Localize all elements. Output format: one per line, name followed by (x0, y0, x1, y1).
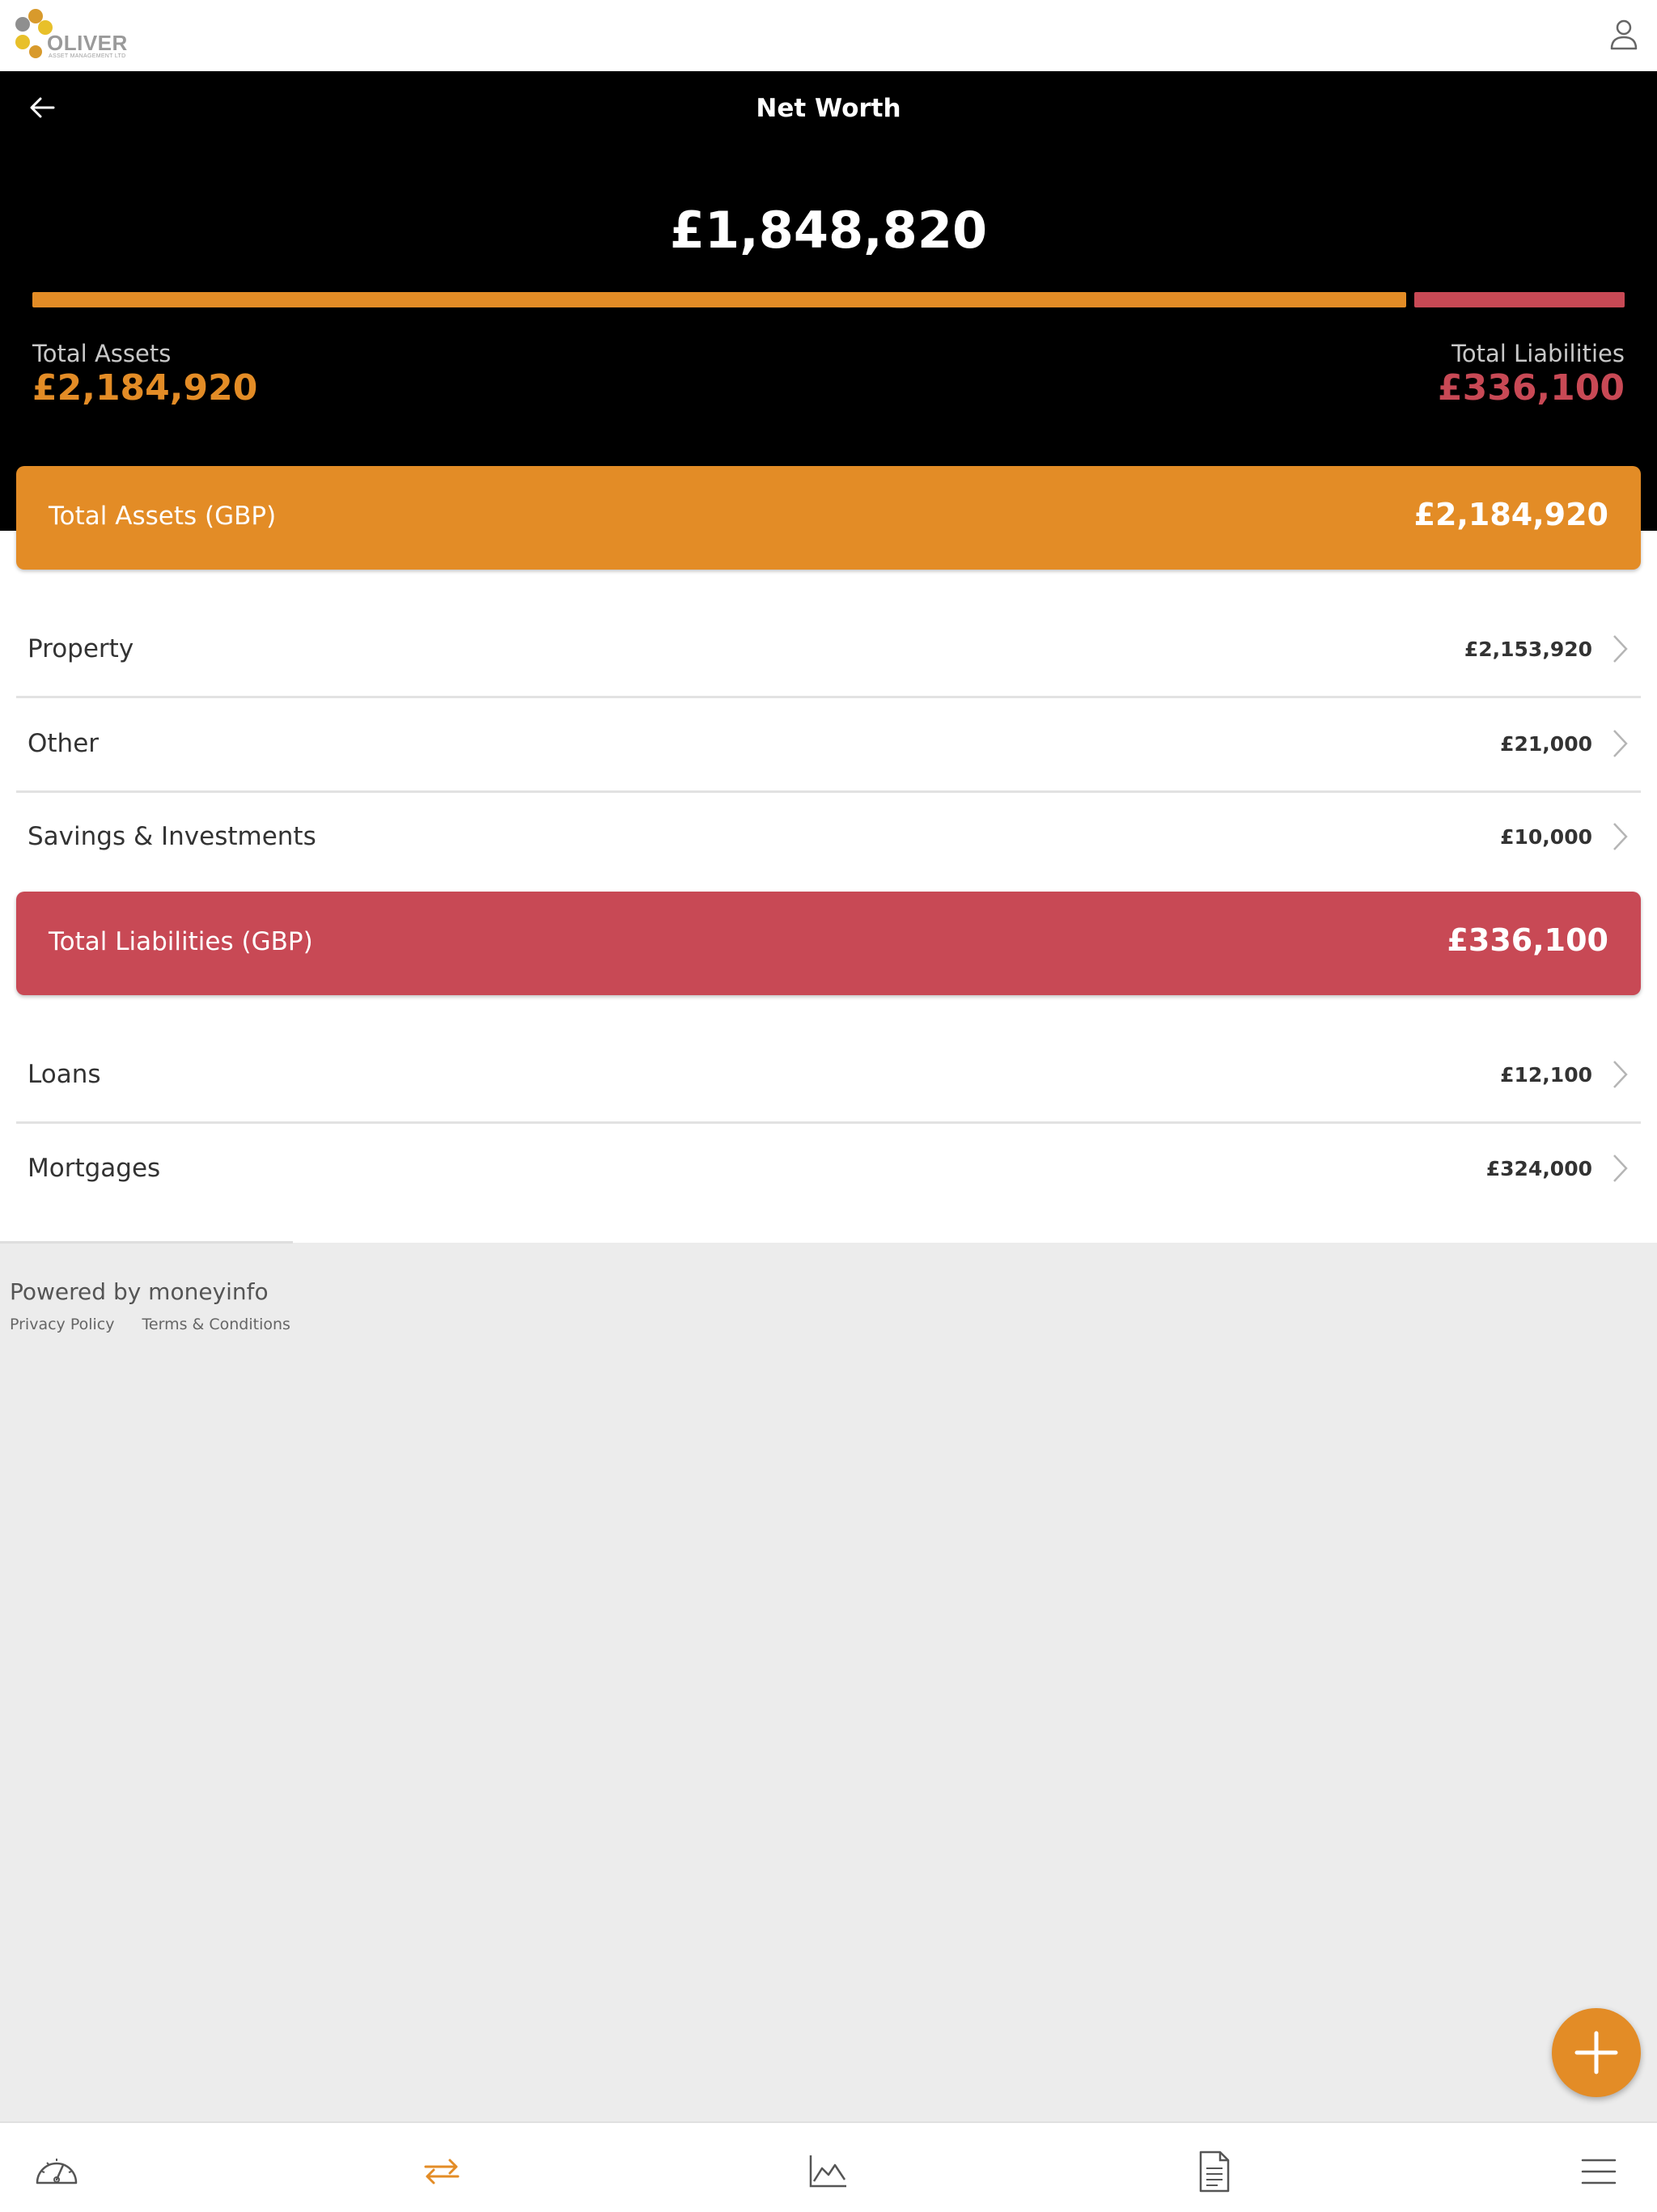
logo-wordmark: OLIVER (47, 31, 128, 55)
transfer-arrows-icon[interactable] (417, 2147, 466, 2196)
page-title: Net Worth (756, 94, 901, 123)
list-item-value: £324,000 (1485, 1157, 1592, 1180)
liabilities-section-header[interactable]: Total Liabilities (GBP) £336,100 (16, 892, 1641, 995)
chevron-right-icon (1613, 1061, 1628, 1088)
menu-icon[interactable] (1574, 2147, 1623, 2196)
footer-divider (0, 1241, 293, 1244)
list-item-label: Mortgages (28, 1154, 161, 1183)
line-chart-icon[interactable] (804, 2147, 853, 2196)
list-item-label: Savings & Investments (28, 822, 316, 851)
assets-section-label: Total Assets (GBP) (49, 502, 277, 531)
list-item-savings-investments[interactable]: Savings & Investments £10,000 (16, 791, 1641, 884)
total-liabilities-value: £336,100 (1437, 367, 1625, 409)
list-item-label: Other (28, 729, 100, 758)
list-item-label: Property (28, 634, 134, 663)
liabilities-section-label: Total Liabilities (GBP) (49, 927, 313, 956)
chevron-right-icon (1613, 823, 1628, 850)
footer-links: Privacy Policy Terms & Conditions (10, 1316, 313, 1333)
list-item-property[interactable]: Property £2,153,920 (16, 604, 1641, 698)
dashboard-gauge-icon[interactable] (32, 2147, 81, 2196)
add-button[interactable] (1552, 2008, 1641, 2097)
list-item-value: £10,000 (1500, 825, 1592, 849)
list-item-value: £12,100 (1500, 1063, 1592, 1087)
terms-conditions-link[interactable]: Terms & Conditions (142, 1316, 290, 1333)
chevron-right-icon (1613, 635, 1628, 663)
total-liabilities-label: Total Liabilities (1451, 340, 1625, 367)
liabilities-proportion-bar (1414, 292, 1625, 307)
assets-proportion-bar (32, 292, 1406, 307)
list-item-value: £21,000 (1500, 732, 1592, 756)
list-item-mortgages[interactable]: Mortgages £324,000 (16, 1123, 1641, 1215)
app-bar: OLIVER ASSET MANAGEMENT LTD (0, 0, 1657, 71)
assets-section-value: £2,184,920 (1413, 497, 1608, 532)
list-item-value: £2,153,920 (1464, 638, 1592, 661)
plus-icon (1574, 2031, 1618, 2074)
list-item-label: Loans (28, 1060, 101, 1089)
user-icon[interactable] (1605, 16, 1642, 53)
logo-tagline: ASSET MANAGEMENT LTD (49, 53, 126, 59)
list-item-other[interactable]: Other £21,000 (16, 698, 1641, 793)
chevron-right-icon (1613, 1155, 1628, 1182)
oliver-logo[interactable]: OLIVER ASSET MANAGEMENT LTD (11, 6, 141, 65)
net-worth-header: Net Worth £1,848,820 Total Assets £2,184… (0, 71, 1657, 531)
total-assets-label: Total Assets (32, 340, 172, 367)
powered-by-text: Powered by moneyinfo (10, 1278, 269, 1305)
privacy-policy-link[interactable]: Privacy Policy (10, 1316, 114, 1333)
net-worth-value: £1,848,820 (669, 201, 988, 260)
list-item-loans[interactable]: Loans £12,100 (16, 1029, 1641, 1124)
liabilities-section-value: £336,100 (1447, 922, 1608, 958)
document-icon[interactable] (1189, 2147, 1238, 2196)
total-assets-value: £2,184,920 (32, 367, 258, 409)
bottom-navigation (0, 2121, 1657, 2212)
assets-section-header[interactable]: Total Assets (GBP) £2,184,920 (16, 466, 1641, 570)
chevron-right-icon (1613, 730, 1628, 757)
